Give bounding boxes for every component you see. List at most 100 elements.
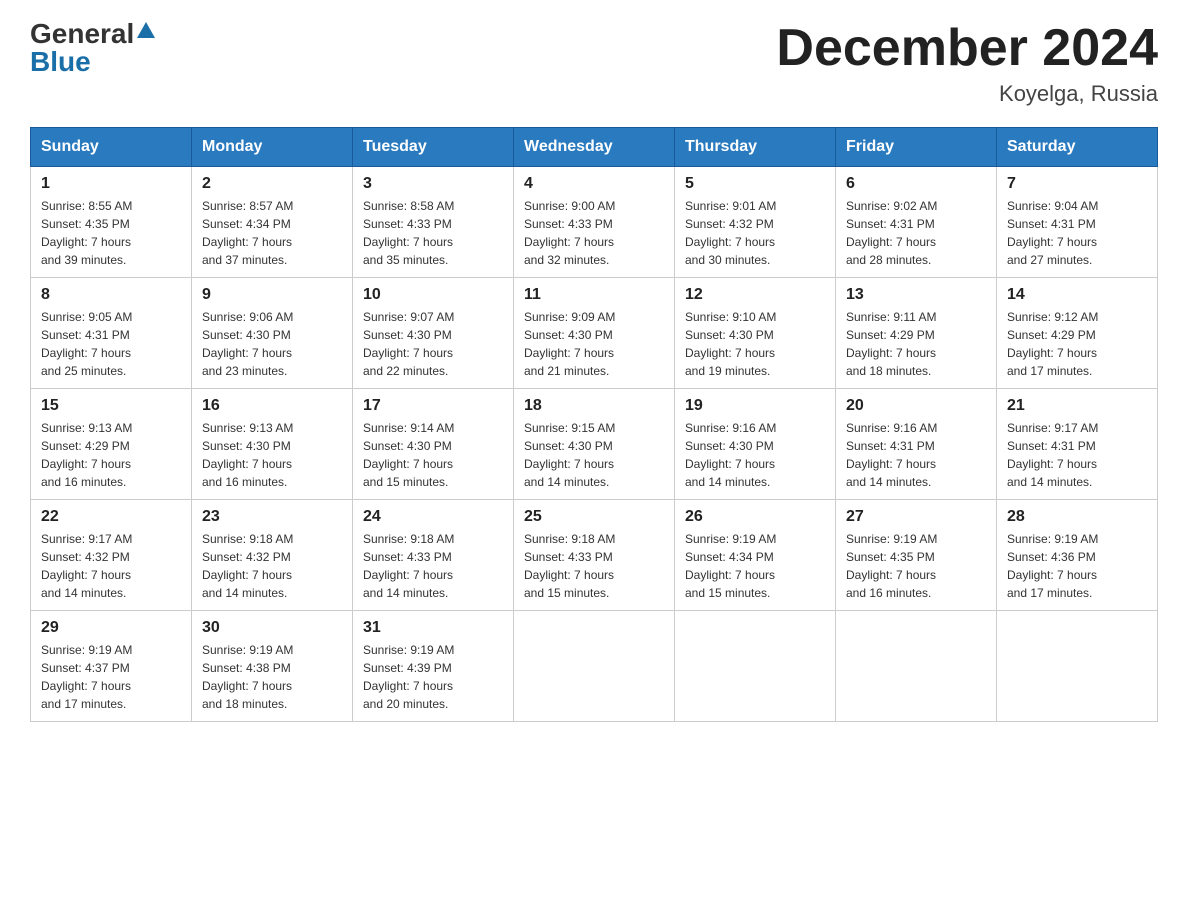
day-number: 9: [202, 286, 342, 304]
day-info: Sunrise: 9:13 AMSunset: 4:29 PMDaylight:…: [41, 419, 181, 491]
day-info: Sunrise: 9:00 AMSunset: 4:33 PMDaylight:…: [524, 197, 664, 269]
header-row: Sunday Monday Tuesday Wednesday Thursday…: [31, 128, 1158, 167]
day-info: Sunrise: 9:19 AMSunset: 4:34 PMDaylight:…: [685, 530, 825, 602]
week-row-1: 1 Sunrise: 8:55 AMSunset: 4:35 PMDayligh…: [31, 167, 1158, 278]
col-sunday: Sunday: [31, 128, 192, 167]
day-info: Sunrise: 9:07 AMSunset: 4:30 PMDaylight:…: [363, 308, 503, 380]
day-number: 16: [202, 397, 342, 415]
table-row: 27 Sunrise: 9:19 AMSunset: 4:35 PMDaylig…: [836, 500, 997, 611]
day-info: Sunrise: 9:15 AMSunset: 4:30 PMDaylight:…: [524, 419, 664, 491]
table-row: 14 Sunrise: 9:12 AMSunset: 4:29 PMDaylig…: [997, 278, 1158, 389]
day-info: Sunrise: 9:11 AMSunset: 4:29 PMDaylight:…: [846, 308, 986, 380]
table-row: 26 Sunrise: 9:19 AMSunset: 4:34 PMDaylig…: [675, 500, 836, 611]
day-number: 21: [1007, 397, 1147, 415]
table-row: 3 Sunrise: 8:58 AMSunset: 4:33 PMDayligh…: [353, 167, 514, 278]
table-row: 13 Sunrise: 9:11 AMSunset: 4:29 PMDaylig…: [836, 278, 997, 389]
day-number: 8: [41, 286, 181, 304]
day-info: Sunrise: 8:58 AMSunset: 4:33 PMDaylight:…: [363, 197, 503, 269]
day-info: Sunrise: 9:10 AMSunset: 4:30 PMDaylight:…: [685, 308, 825, 380]
calendar-subtitle: Koyelga, Russia: [776, 81, 1158, 107]
week-row-5: 29 Sunrise: 9:19 AMSunset: 4:37 PMDaylig…: [31, 611, 1158, 722]
day-info: Sunrise: 9:17 AMSunset: 4:32 PMDaylight:…: [41, 530, 181, 602]
table-row: 12 Sunrise: 9:10 AMSunset: 4:30 PMDaylig…: [675, 278, 836, 389]
table-row: 22 Sunrise: 9:17 AMSunset: 4:32 PMDaylig…: [31, 500, 192, 611]
day-info: Sunrise: 9:14 AMSunset: 4:30 PMDaylight:…: [363, 419, 503, 491]
day-info: Sunrise: 9:19 AMSunset: 4:39 PMDaylight:…: [363, 641, 503, 713]
day-info: Sunrise: 9:12 AMSunset: 4:29 PMDaylight:…: [1007, 308, 1147, 380]
day-number: 25: [524, 508, 664, 526]
day-info: Sunrise: 9:17 AMSunset: 4:31 PMDaylight:…: [1007, 419, 1147, 491]
calendar-table: Sunday Monday Tuesday Wednesday Thursday…: [30, 127, 1158, 722]
table-row: 31 Sunrise: 9:19 AMSunset: 4:39 PMDaylig…: [353, 611, 514, 722]
table-row: 18 Sunrise: 9:15 AMSunset: 4:30 PMDaylig…: [514, 389, 675, 500]
day-info: Sunrise: 9:16 AMSunset: 4:30 PMDaylight:…: [685, 419, 825, 491]
day-number: 6: [846, 175, 986, 193]
table-row: 1 Sunrise: 8:55 AMSunset: 4:35 PMDayligh…: [31, 167, 192, 278]
week-row-2: 8 Sunrise: 9:05 AMSunset: 4:31 PMDayligh…: [31, 278, 1158, 389]
day-number: 18: [524, 397, 664, 415]
day-number: 23: [202, 508, 342, 526]
day-number: 30: [202, 619, 342, 637]
table-row: 19 Sunrise: 9:16 AMSunset: 4:30 PMDaylig…: [675, 389, 836, 500]
day-info: Sunrise: 9:04 AMSunset: 4:31 PMDaylight:…: [1007, 197, 1147, 269]
col-saturday: Saturday: [997, 128, 1158, 167]
week-row-3: 15 Sunrise: 9:13 AMSunset: 4:29 PMDaylig…: [31, 389, 1158, 500]
table-row: [836, 611, 997, 722]
week-row-4: 22 Sunrise: 9:17 AMSunset: 4:32 PMDaylig…: [31, 500, 1158, 611]
day-info: Sunrise: 9:02 AMSunset: 4:31 PMDaylight:…: [846, 197, 986, 269]
table-row: 7 Sunrise: 9:04 AMSunset: 4:31 PMDayligh…: [997, 167, 1158, 278]
table-row: 16 Sunrise: 9:13 AMSunset: 4:30 PMDaylig…: [192, 389, 353, 500]
day-number: 3: [363, 175, 503, 193]
day-number: 28: [1007, 508, 1147, 526]
table-row: 8 Sunrise: 9:05 AMSunset: 4:31 PMDayligh…: [31, 278, 192, 389]
page-header: General Blue December 2024 Koyelga, Russ…: [30, 20, 1158, 107]
table-row: [997, 611, 1158, 722]
table-row: 28 Sunrise: 9:19 AMSunset: 4:36 PMDaylig…: [997, 500, 1158, 611]
day-number: 27: [846, 508, 986, 526]
table-row: 9 Sunrise: 9:06 AMSunset: 4:30 PMDayligh…: [192, 278, 353, 389]
day-info: Sunrise: 9:19 AMSunset: 4:37 PMDaylight:…: [41, 641, 181, 713]
table-row: [675, 611, 836, 722]
day-number: 14: [1007, 286, 1147, 304]
day-info: Sunrise: 9:19 AMSunset: 4:35 PMDaylight:…: [846, 530, 986, 602]
table-row: 6 Sunrise: 9:02 AMSunset: 4:31 PMDayligh…: [836, 167, 997, 278]
day-info: Sunrise: 9:01 AMSunset: 4:32 PMDaylight:…: [685, 197, 825, 269]
day-number: 1: [41, 175, 181, 193]
col-thursday: Thursday: [675, 128, 836, 167]
day-number: 31: [363, 619, 503, 637]
day-info: Sunrise: 9:18 AMSunset: 4:33 PMDaylight:…: [524, 530, 664, 602]
table-row: 29 Sunrise: 9:19 AMSunset: 4:37 PMDaylig…: [31, 611, 192, 722]
day-number: 13: [846, 286, 986, 304]
table-row: 17 Sunrise: 9:14 AMSunset: 4:30 PMDaylig…: [353, 389, 514, 500]
day-number: 7: [1007, 175, 1147, 193]
day-number: 11: [524, 286, 664, 304]
day-info: Sunrise: 8:55 AMSunset: 4:35 PMDaylight:…: [41, 197, 181, 269]
day-number: 22: [41, 508, 181, 526]
day-info: Sunrise: 9:19 AMSunset: 4:36 PMDaylight:…: [1007, 530, 1147, 602]
day-info: Sunrise: 9:09 AMSunset: 4:30 PMDaylight:…: [524, 308, 664, 380]
day-info: Sunrise: 9:06 AMSunset: 4:30 PMDaylight:…: [202, 308, 342, 380]
col-monday: Monday: [192, 128, 353, 167]
col-tuesday: Tuesday: [353, 128, 514, 167]
day-number: 12: [685, 286, 825, 304]
day-info: Sunrise: 9:05 AMSunset: 4:31 PMDaylight:…: [41, 308, 181, 380]
table-row: [514, 611, 675, 722]
day-number: 20: [846, 397, 986, 415]
day-number: 24: [363, 508, 503, 526]
table-row: 15 Sunrise: 9:13 AMSunset: 4:29 PMDaylig…: [31, 389, 192, 500]
day-info: Sunrise: 9:18 AMSunset: 4:33 PMDaylight:…: [363, 530, 503, 602]
day-number: 2: [202, 175, 342, 193]
logo-general-text: General: [30, 20, 134, 48]
table-row: 23 Sunrise: 9:18 AMSunset: 4:32 PMDaylig…: [192, 500, 353, 611]
table-row: 10 Sunrise: 9:07 AMSunset: 4:30 PMDaylig…: [353, 278, 514, 389]
day-number: 29: [41, 619, 181, 637]
table-row: 20 Sunrise: 9:16 AMSunset: 4:31 PMDaylig…: [836, 389, 997, 500]
day-number: 17: [363, 397, 503, 415]
table-row: 25 Sunrise: 9:18 AMSunset: 4:33 PMDaylig…: [514, 500, 675, 611]
day-number: 26: [685, 508, 825, 526]
day-info: Sunrise: 9:13 AMSunset: 4:30 PMDaylight:…: [202, 419, 342, 491]
day-number: 15: [41, 397, 181, 415]
col-wednesday: Wednesday: [514, 128, 675, 167]
table-row: 2 Sunrise: 8:57 AMSunset: 4:34 PMDayligh…: [192, 167, 353, 278]
table-row: 21 Sunrise: 9:17 AMSunset: 4:31 PMDaylig…: [997, 389, 1158, 500]
